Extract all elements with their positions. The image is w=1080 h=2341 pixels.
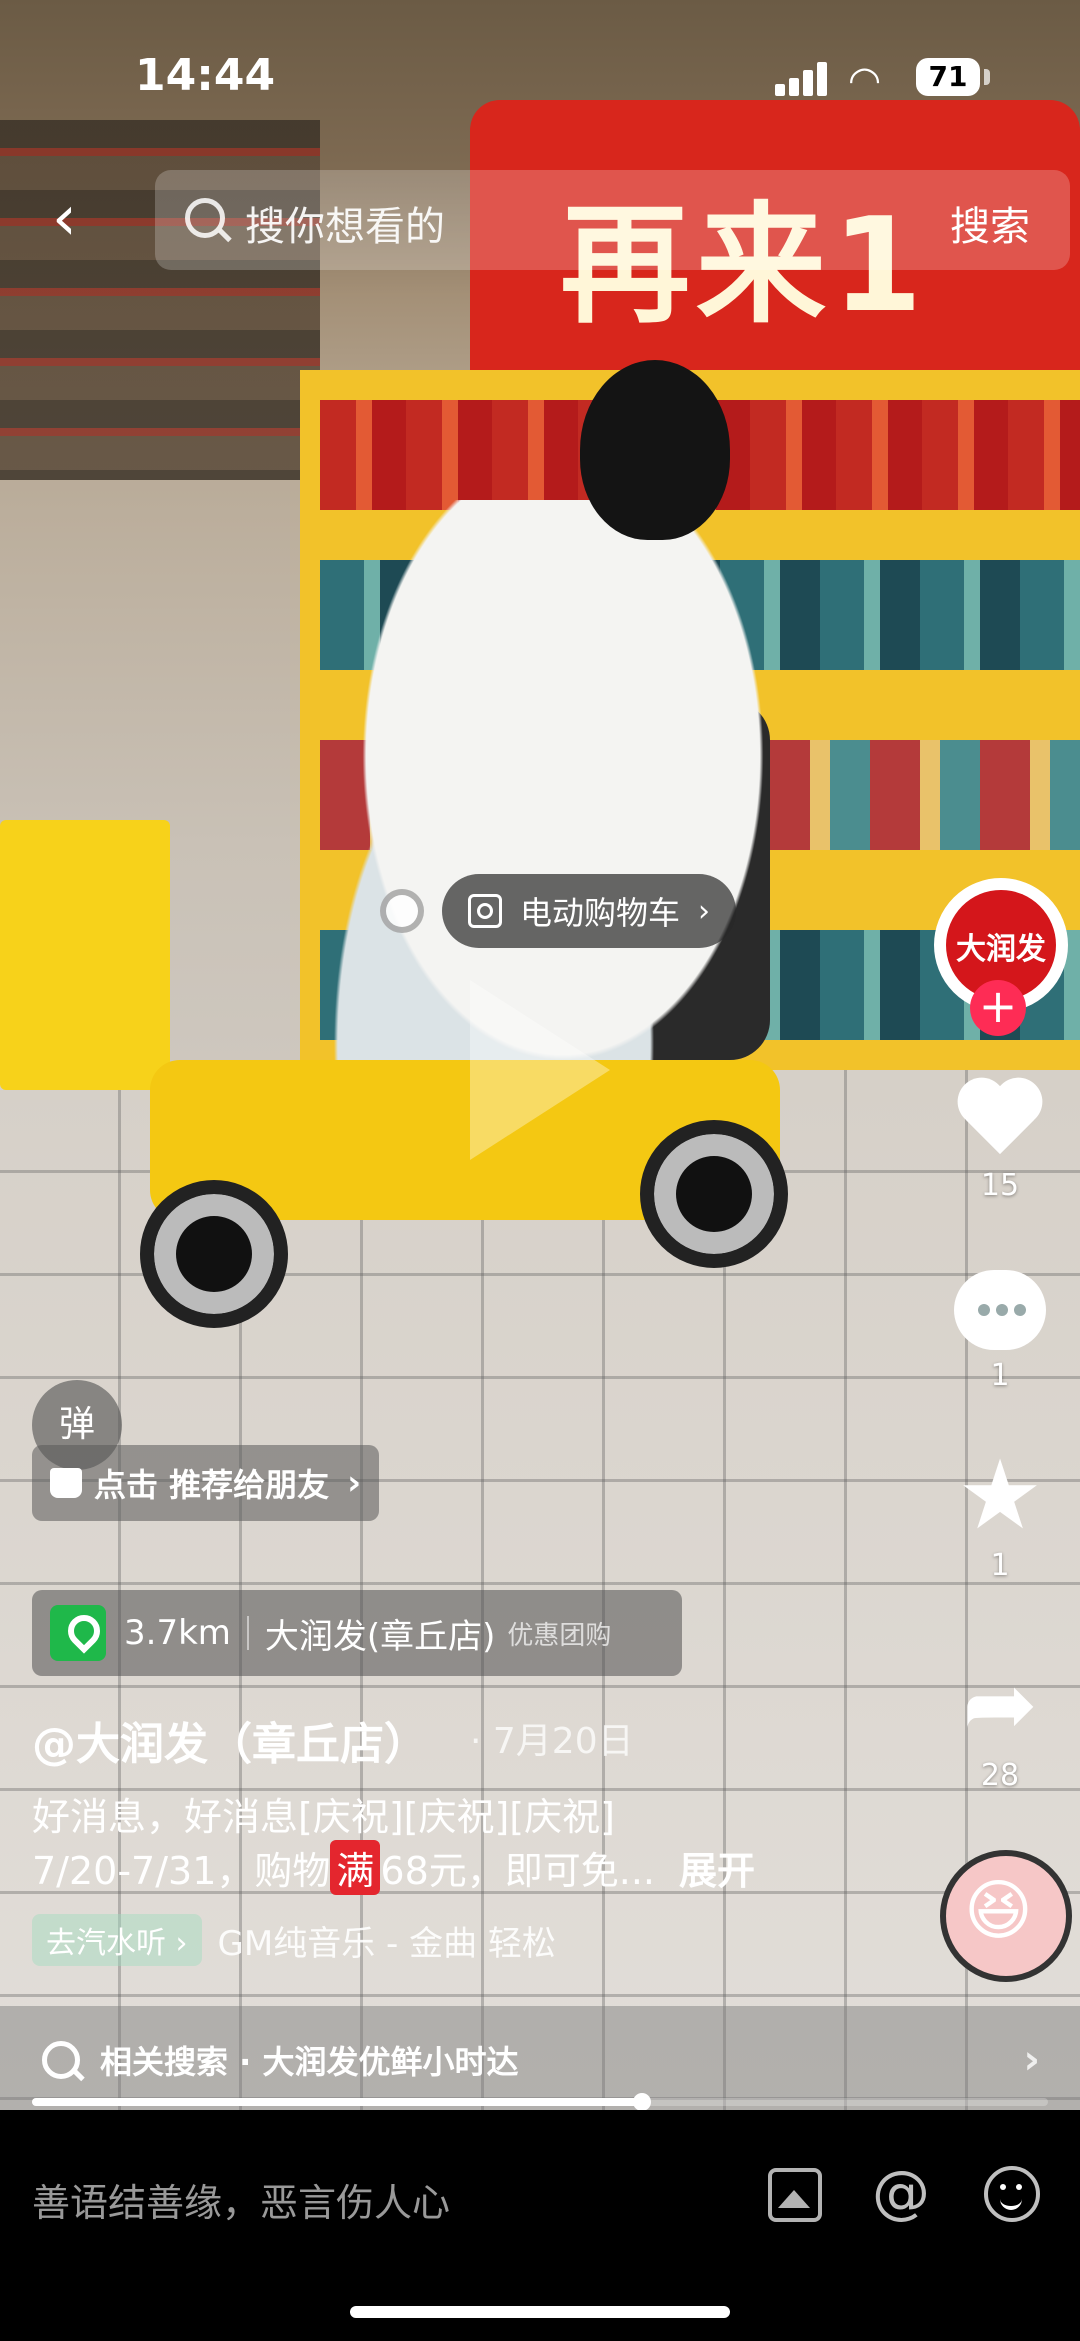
status-bar: 14:44 ◠ 71 [0,0,1080,150]
battery-tip [984,69,990,85]
thumb-icon [50,1468,82,1498]
emoji-icon[interactable] [984,2166,1040,2222]
share-icon: ➦ [962,1652,1038,1757]
comment-input[interactable]: 善语结善缘，恶言伤人心 [32,2158,732,2248]
product-tag-pill[interactable]: 电动购物车 › [442,874,737,948]
like-button[interactable]: 15 [920,1080,1080,1203]
chevron-right-icon: › [698,893,711,929]
music-title: GM纯音乐 - 金曲 轻松 [217,1923,556,1964]
product-tag[interactable]: 电动购物车 › [380,874,737,948]
progress-knob[interactable] [632,2093,651,2111]
heart-icon [955,1080,1045,1160]
comment-button[interactable]: 1 [920,1270,1080,1393]
progress-fill [32,2098,642,2106]
divider [246,1616,249,1650]
product-tag-label: 电动购物车 [520,894,681,932]
location-distance: 3.7km [124,1613,231,1653]
full-discount-badge: 满 [330,1840,381,1895]
video-progress-bar[interactable] [32,2093,1048,2111]
expand-button[interactable]: 展开 [679,1849,755,1893]
back-icon[interactable]: ‹ [52,187,102,254]
tag-dot [380,889,424,933]
person-head [580,360,730,540]
favorite-count: 1 [990,1548,1010,1583]
related-search-label: 相关搜索 · 大润发优鲜小时达 [100,2043,519,2081]
search-icon [185,198,225,238]
recommend-to-friend-button[interactable]: 点击 推荐给朋友 › [32,1445,380,1521]
wifi-icon: ◠ [848,58,882,102]
comment-bar: 善语结善缘，恶言伤人心 @ [0,2110,1080,2341]
top-search-bar: ‹ 搜你想看的 搜索 [40,170,1070,270]
share-button[interactable]: ➦ 28 [920,1652,1080,1794]
recommend-label: 点击 推荐给朋友 [94,1466,330,1504]
share-count: 28 [980,1758,1020,1793]
status-time: 14:44 [135,50,276,101]
play-icon[interactable] [470,980,610,1160]
home-indicator [350,2306,730,2318]
comment-icon [954,1270,1046,1350]
image-icon[interactable] [768,2168,822,2222]
description-prefix: 7/20-7/31，购物 [32,1849,331,1893]
favorite-button[interactable]: ★ 1 [920,1439,1080,1583]
chevron-right-icon: › [347,1463,362,1503]
music-app-chip[interactable]: 去汽水听 › [32,1914,202,1966]
location-pin-icon [50,1605,106,1661]
search-placeholder: 搜你想看的 [245,204,445,250]
follow-button[interactable]: + [970,980,1026,1036]
author-name[interactable]: @大润发（章丘店） [32,1708,428,1772]
music-row[interactable]: 去汽水听 › GM纯音乐 - 金曲 轻松 [32,1912,556,1968]
cart-wheel [640,1120,788,1268]
battery-icon: 71 [916,58,980,96]
description-line-1: 好消息，好消息[庆祝][庆祝][庆祝] [32,1795,615,1839]
description-line-2: 7/20-7/31，购物满 68元，即可免... 展开 [32,1840,755,1895]
cart-basket [0,820,170,1090]
location-deal: 优惠团购 [507,1620,612,1651]
like-count: 15 [980,1168,1020,1203]
chevron-right-icon: › [1023,2037,1040,2083]
search-input[interactable]: 搜你想看的 搜索 [155,170,1070,270]
star-icon: ★ [956,1439,1044,1551]
cart-wheel [140,1180,288,1328]
signal-icon [775,62,831,96]
location-name: 大润发(章丘店) [264,1616,496,1657]
scan-icon [468,894,502,928]
avatar-brand: 大润发 [956,932,1046,967]
comment-count: 1 [990,1358,1010,1393]
location-chip[interactable]: 3.7km 大润发(章丘店) 优惠团购 [32,1590,682,1676]
search-icon [42,2041,80,2079]
music-disc-icon[interactable] [940,1850,1072,1982]
at-icon[interactable]: @ [872,2158,930,2226]
description-suffix: 68元，即可免... [380,1849,655,1893]
post-date: · 7月20日 [470,1721,634,1762]
search-button[interactable]: 搜索 [950,194,1030,252]
